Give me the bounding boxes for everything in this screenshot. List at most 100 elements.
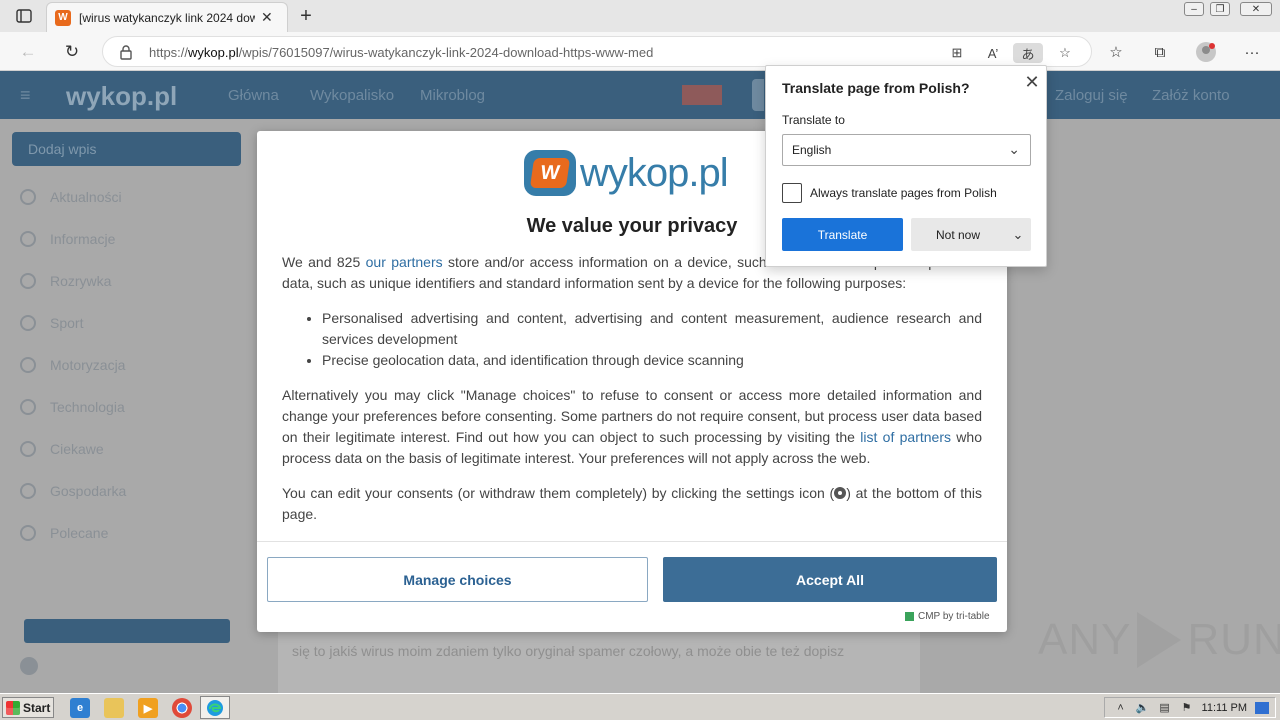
- header-search-box[interactable]: [752, 79, 764, 111]
- watermark-text-right: RUN: [1187, 615, 1280, 664]
- chevron-up-icon[interactable]: ˄: [1114, 701, 1128, 715]
- translate-popup: Translate page from Polish? ✕ Translate …: [765, 65, 1047, 267]
- language-flag[interactable]: [682, 85, 722, 105]
- login-link[interactable]: Zaloguj się: [1055, 87, 1128, 104]
- action-center-flag-icon[interactable]: ⚑: [1180, 701, 1194, 715]
- refresh-button[interactable]: ↻: [60, 40, 84, 64]
- url-text[interactable]: https://wykop.pl/wpis/76015097/wirus-wat…: [149, 45, 653, 60]
- lock-icon[interactable]: [119, 44, 133, 63]
- category-icon: [20, 399, 36, 415]
- media-player-icon[interactable]: ▶: [138, 698, 158, 718]
- post-content-preview: się to jakiś wirus moim zdaniem tylko or…: [278, 631, 920, 693]
- cmp-logo-icon: [905, 612, 914, 621]
- always-translate-checkbox[interactable]: [782, 183, 802, 203]
- category-icon: [20, 357, 36, 373]
- cmp-label: CMP by tri-table: [918, 611, 990, 622]
- read-aloud-icon[interactable]: A’: [983, 43, 1003, 63]
- tab-title: [wirus watykanczyk link 2024 dow: [79, 10, 255, 25]
- category-icon: [20, 441, 36, 457]
- not-now-button[interactable]: Not now ⌄: [911, 218, 1031, 251]
- system-tray: ˄ 🔈 ▤ ⚑ 11:11 PM: [1104, 697, 1276, 718]
- internet-explorer-icon[interactable]: e: [70, 698, 90, 718]
- address-bar[interactable]: https://wykop.pl/wpis/76015097/wirus-wat…: [102, 36, 1092, 67]
- sidebar-item[interactable]: Gospodarka: [20, 483, 126, 499]
- sidebar-item[interactable]: Informacje: [20, 231, 115, 247]
- chrome-icon[interactable]: [172, 698, 192, 718]
- consent-text: We and 825: [282, 254, 366, 270]
- anyrun-watermark: ANY RUN: [1038, 612, 1280, 668]
- add-favorite-icon[interactable]: ☆: [1055, 43, 1075, 63]
- new-tab-button[interactable]: +: [294, 4, 318, 28]
- sidebar-item-label: Aktualności: [50, 189, 122, 205]
- network-icon[interactable]: ▤: [1158, 701, 1172, 715]
- sidebar-item[interactable]: Rozrywka: [20, 273, 111, 289]
- edge-taskbar-button[interactable]: [200, 696, 230, 719]
- language-select[interactable]: English ⌄: [782, 134, 1031, 166]
- register-link[interactable]: Załóż konto: [1152, 87, 1230, 104]
- header-link-home[interactable]: Główna: [228, 87, 279, 104]
- selected-language: English: [792, 143, 832, 157]
- sidebar-item-label: Technologia: [50, 399, 125, 415]
- sidebar-item-label: Polecane: [50, 525, 109, 541]
- url-path: /wpis/76015097/wirus-watykanczyk-link-20…: [238, 45, 654, 60]
- app-available-icon[interactable]: ⊞: [947, 43, 967, 63]
- sidebar-item[interactable]: Aktualności: [20, 189, 122, 205]
- category-icon: [20, 315, 36, 331]
- category-icon: [20, 483, 36, 499]
- start-button[interactable]: Start: [2, 697, 54, 718]
- settings-more-icon[interactable]: ···: [1240, 40, 1264, 64]
- site-logo[interactable]: wykop.pl: [66, 81, 177, 112]
- site-header: ≡ wykop.pl Główna Wykopalisko Mikroblog …: [0, 71, 1280, 119]
- hamburger-icon[interactable]: ≡: [20, 85, 31, 106]
- windows-logo-icon: [6, 700, 20, 715]
- collections-icon[interactable]: ⧉: [1148, 40, 1172, 64]
- settings-gear-icon: [834, 487, 847, 499]
- header-link-microblog[interactable]: Mikroblog: [420, 87, 485, 104]
- consent-body: We and 825 our partners store and/or acc…: [282, 252, 982, 539]
- sidebar-item[interactable]: Polecane: [20, 525, 108, 541]
- sidebar-item[interactable]: Motoryzacja: [20, 357, 125, 373]
- play-icon: [1137, 612, 1182, 668]
- list-of-partners-link[interactable]: list of partners: [860, 429, 951, 445]
- translate-icon[interactable]: あ: [1013, 43, 1043, 63]
- sidebar-item-label: Rozrywka: [50, 273, 112, 289]
- edge-icon: [207, 699, 223, 716]
- category-icon: [20, 189, 36, 205]
- back-button[interactable]: ←: [16, 40, 40, 64]
- file-explorer-icon[interactable]: [104, 698, 124, 718]
- consent-text: You can edit your consents (or withdraw …: [282, 485, 835, 501]
- windows-taskbar: Start e ▶ ˄ 🔈 ▤ ⚑ 11:11 PM: [0, 693, 1280, 720]
- consent-paragraph-2: Alternatively you may click "Manage choi…: [282, 385, 982, 469]
- clock[interactable]: 11:11 PM: [1202, 702, 1247, 714]
- theme-toggle-icon[interactable]: [20, 657, 38, 675]
- minimize-button[interactable]: –: [1184, 2, 1204, 16]
- sidebar-item[interactable]: Sport: [20, 315, 83, 331]
- manage-choices-button[interactable]: Manage choices: [267, 557, 648, 602]
- add-post-button[interactable]: Dodaj wpis: [12, 132, 241, 166]
- header-link-upcoming[interactable]: Wykopalisko: [310, 87, 394, 104]
- browser-toolbar: ← ↻ https://wykop.pl/wpis/76015097/wirus…: [0, 32, 1280, 71]
- tab-actions-button[interactable]: [8, 6, 40, 26]
- show-desktop-icon[interactable]: [1255, 701, 1269, 714]
- volume-icon[interactable]: 🔈: [1136, 701, 1150, 715]
- always-translate-label[interactable]: Always translate pages from Polish: [810, 186, 997, 200]
- translate-popup-title: Translate page from Polish?: [782, 80, 970, 96]
- start-label: Start: [23, 700, 51, 715]
- chevron-down-icon[interactable]: ⌄: [1005, 227, 1031, 243]
- url-prefix: https://: [149, 45, 189, 60]
- favorites-icon[interactable]: ☆: [1104, 40, 1128, 64]
- restore-button[interactable]: ❐: [1210, 2, 1230, 16]
- sidebar-item[interactable]: Ciekawe: [20, 441, 104, 457]
- close-icon[interactable]: ✕: [1022, 72, 1042, 92]
- browser-tab[interactable]: W [wirus watykanczyk link 2024 dow ✕: [46, 2, 288, 32]
- translate-button[interactable]: Translate: [782, 218, 903, 251]
- close-window-button[interactable]: ✕: [1240, 2, 1272, 16]
- our-partners-link[interactable]: our partners: [366, 254, 443, 270]
- sidebar-item[interactable]: Technologia: [20, 399, 125, 415]
- profile-avatar[interactable]: [1194, 40, 1218, 64]
- accept-all-button[interactable]: Accept All: [663, 557, 997, 602]
- translate-to-label: Translate to: [782, 113, 845, 127]
- tab-close-icon[interactable]: ✕: [261, 9, 273, 26]
- cmp-credit[interactable]: CMP by tri-table: [905, 611, 990, 622]
- sidebar-app-button[interactable]: [24, 619, 230, 643]
